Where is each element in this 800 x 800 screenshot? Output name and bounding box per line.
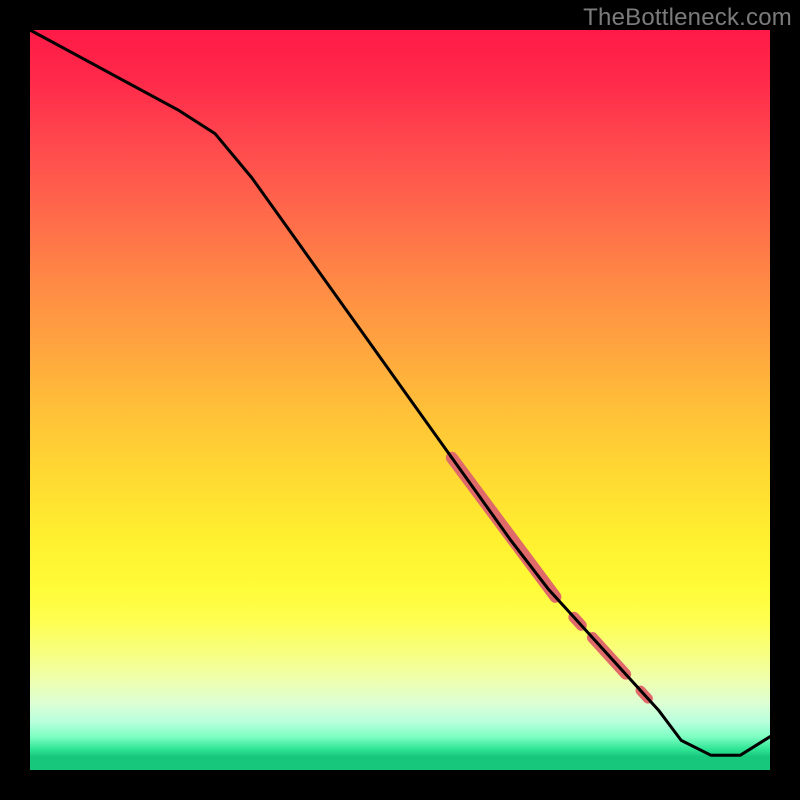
plot-area bbox=[30, 30, 770, 770]
watermark-text: TheBottleneck.com bbox=[583, 4, 792, 32]
highlight-group bbox=[452, 458, 648, 699]
chart-stage: TheBottleneck.com bbox=[0, 0, 800, 800]
curve-layer bbox=[30, 30, 770, 770]
bottleneck-curve bbox=[30, 30, 770, 755]
